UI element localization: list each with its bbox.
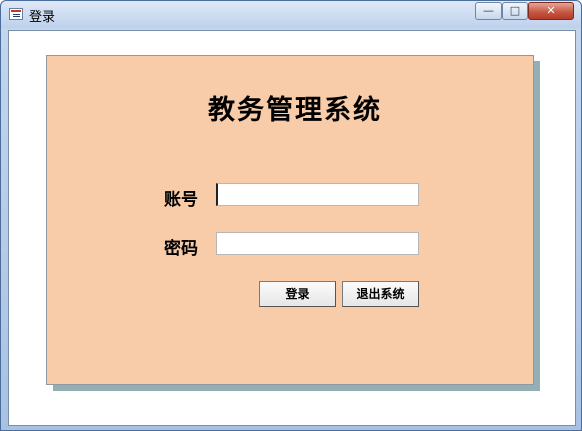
- close-icon: ✕: [546, 4, 556, 17]
- title-bar[interactable]: 登录 — □ ✕: [1, 1, 581, 28]
- close-button[interactable]: ✕: [528, 2, 574, 20]
- app-form-icon[interactable]: [9, 8, 23, 20]
- password-input[interactable]: [216, 232, 419, 255]
- password-label: 密码: [164, 239, 198, 259]
- maximize-button[interactable]: □: [502, 2, 528, 20]
- maximize-icon: □: [509, 4, 521, 17]
- window-title: 登录: [29, 10, 56, 25]
- account-label: 账号: [164, 190, 198, 210]
- system-title: 教务管理系统: [208, 95, 382, 126]
- login-button[interactable]: 登录: [259, 281, 336, 307]
- minimize-button[interactable]: —: [475, 2, 502, 20]
- minimize-icon: —: [483, 4, 494, 17]
- account-input[interactable]: [216, 183, 419, 206]
- exit-system-button[interactable]: 退出系统: [342, 281, 419, 307]
